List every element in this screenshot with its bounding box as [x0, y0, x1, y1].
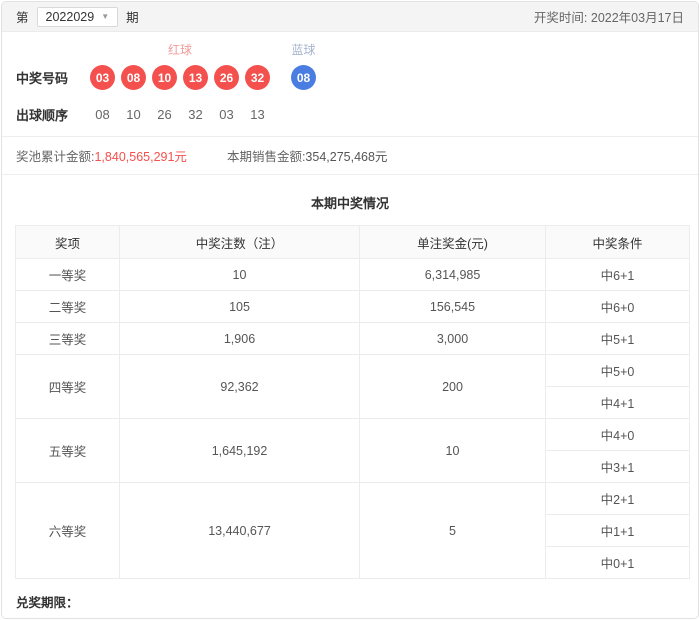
lottery-result-card: 第 2022029 ▼ 期 开奖时间: 2022年03月17日 红球 蓝球 中奖…: [1, 1, 699, 619]
condition-cell: 中1+1: [545, 514, 690, 547]
prize-table-section: 本期中奖情况 奖项 中奖注数（注） 单注奖金(元) 中奖条件 一等奖 10 6,31…: [2, 174, 698, 579]
winning-numbers-label: 中奖号码: [16, 71, 69, 86]
draw-order-numbers: 08 10 26 32 03 13: [90, 107, 270, 122]
condition-cell: 中0+1: [545, 546, 690, 579]
prize-cell: 五等奖: [15, 418, 120, 483]
header-count: 中奖注数（注）: [119, 225, 360, 259]
condition-cell: 中5+1: [545, 322, 690, 355]
redemption-title: 兑奖期限：: [16, 596, 79, 610]
draw-time-value: 2022年03月17日: [590, 11, 684, 25]
jackpot-label: 奖池累计金额:: [16, 150, 95, 164]
condition-cell: 中4+0: [545, 418, 690, 451]
red-ball: 26: [214, 65, 239, 90]
count-cell: 1,906: [119, 322, 360, 355]
draw-order-number: 03: [219, 107, 234, 122]
header-prize: 奖项: [15, 225, 120, 259]
red-ball: 08: [121, 65, 146, 90]
period-prefix-label: 第: [16, 11, 29, 25]
chevron-down-icon: ▼: [101, 11, 110, 21]
table-row: 五等奖 1,645,192 10 中4+0: [15, 418, 690, 483]
period-select-value: 2022029: [45, 9, 95, 24]
sales-label: 本期销售金额:: [226, 150, 306, 164]
header-amount: 单注奖金(元): [359, 225, 546, 259]
draw-order-number: 08: [95, 107, 110, 122]
period-select[interactable]: 2022029 ▼: [36, 6, 119, 27]
prize-cell: 六等奖: [15, 482, 120, 579]
prize-table-body: 一等奖 10 6,314,985 中6+1 二等奖 105 156,545 中6+0 三等奖 1,…: [15, 258, 690, 579]
count-cell: 92,362: [119, 354, 360, 419]
sales-value: 354,275,468元: [305, 150, 388, 164]
condition-cell: 中2+1: [545, 482, 690, 515]
amount-cell: 156,545: [359, 290, 546, 323]
amount-cell: 3,000: [359, 322, 546, 355]
draw-order-number: 32: [188, 107, 203, 122]
amount-cell: 5: [359, 482, 546, 579]
period-selector-group: 第 2022029 ▼ 期: [16, 6, 139, 27]
prize-cell: 四等奖: [15, 354, 120, 419]
draw-time-label: 开奖时间:: [533, 11, 591, 25]
draw-time: 开奖时间: 2022年03月17日: [534, 7, 684, 26]
red-balls: 03 08 10 13 26 32: [90, 65, 270, 90]
condition-cell: 中6+0: [545, 290, 690, 323]
prize-table-header-row: 奖项 中奖注数（注） 单注奖金(元) 中奖条件: [15, 225, 690, 259]
blue-ball: 08: [291, 65, 316, 90]
draw-order-row: 出球顺序 08 10 26 32 03 13: [16, 105, 684, 124]
count-cell: 105: [119, 290, 360, 323]
table-row: 一等奖 10 6,314,985 中6+1: [15, 258, 690, 291]
prize-table-title: 本期中奖情况: [310, 196, 389, 211]
redemption-note: 兑奖期限： 双色球兑奖当期有效。中奖者应当自开奖之日起60个自然日内，持中奖彩票…: [2, 579, 698, 618]
red-ball: 03: [90, 65, 115, 90]
red-group-label: 红球: [167, 43, 192, 57]
amount-cell: 6,314,985: [359, 258, 546, 291]
condition-cell: 中6+1: [545, 258, 690, 291]
red-ball: 10: [152, 65, 177, 90]
ball-group-labels: 红球 蓝球: [90, 41, 684, 58]
period-suffix-label: 期: [126, 11, 139, 25]
winning-numbers-row: 中奖号码 03 08 10 13 26 32 08: [16, 65, 684, 90]
prize-cell: 三等奖: [15, 322, 120, 355]
prize-cell: 一等奖: [15, 258, 120, 291]
redemption-text: 双色球兑奖当期有效。中奖者应当自开奖之日起60个自然日内，持中奖彩票到指定的地点…: [16, 617, 684, 618]
count-cell: 13,440,677: [119, 482, 360, 579]
blue-group-label: 蓝球: [291, 43, 316, 57]
count-cell: 10: [119, 258, 360, 291]
prize-cell: 二等奖: [15, 290, 120, 323]
table-row: 三等奖 1,906 3,000 中5+1: [15, 322, 690, 355]
table-row: 六等奖 13,440,677 5 中2+1: [15, 482, 690, 579]
condition-cell: 中4+1: [545, 386, 690, 419]
count-cell: 1,645,192: [119, 418, 360, 483]
table-row: 四等奖 92,362 200 中5+0: [15, 354, 690, 419]
jackpot-value: 1,840,565,291元: [94, 150, 187, 164]
draw-order-number: 10: [126, 107, 141, 122]
topbar: 第 2022029 ▼ 期 开奖时间: 2022年03月17日: [2, 2, 698, 32]
condition-cell: 中3+1: [545, 450, 690, 483]
header-condition: 中奖条件: [545, 225, 690, 259]
condition-cell: 中5+0: [545, 354, 690, 387]
amount-cell: 200: [359, 354, 546, 419]
table-row: 二等奖 105 156,545 中6+0: [15, 290, 690, 323]
amount-cell: 10: [359, 418, 546, 483]
red-ball: 13: [183, 65, 208, 90]
draw-order-number: 26: [157, 107, 172, 122]
draw-order-label: 出球顺序: [16, 108, 69, 123]
winning-numbers-section: 红球 蓝球 中奖号码 03 08 10 13 26 32 08 出球顺序 08 10 26 32…: [2, 32, 698, 136]
pool-row: 奖池累计金额: 1,840,565,291元 本期销售金额: 354,275,4…: [2, 136, 698, 174]
red-ball: 32: [245, 65, 270, 90]
prize-table: 奖项 中奖注数（注） 单注奖金(元) 中奖条件 一等奖 10 6,314,985 中6…: [15, 225, 690, 579]
draw-order-number: 13: [250, 107, 265, 122]
